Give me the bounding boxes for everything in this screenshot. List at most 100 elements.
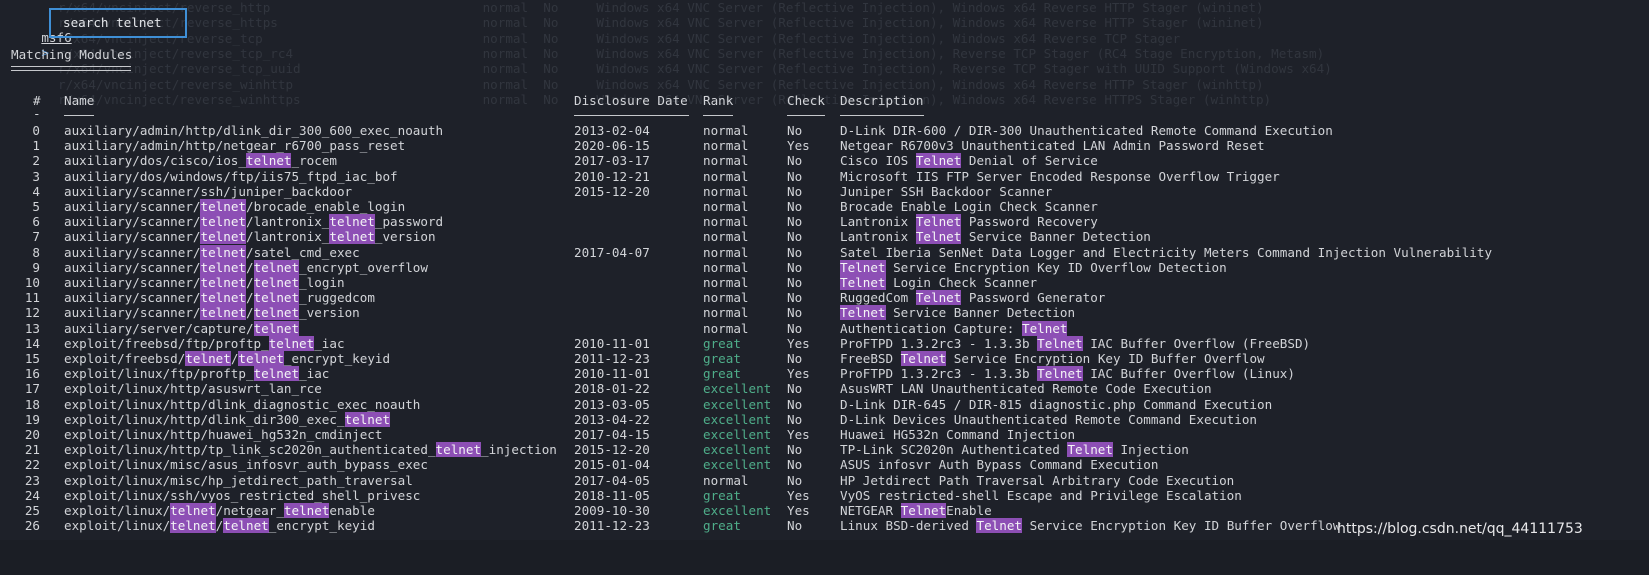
module-rank: excellent	[703, 411, 772, 427]
module-name[interactable]: exploit/linux/telnet/netgear_telnetenabl…	[64, 503, 375, 518]
module-name[interactable]: auxiliary/scanner/telnet/satel_cmd_exec	[64, 244, 360, 260]
module-name[interactable]: auxiliary/server/capture/telnet	[64, 320, 300, 336]
row-number: 14	[24, 335, 40, 351]
module-name[interactable]: exploit/linux/misc/hp_jetdirect_path_tra…	[64, 473, 413, 488]
column-header-name: Name	[64, 93, 95, 108]
search-match-highlight: telnet	[253, 290, 300, 306]
module-name[interactable]: auxiliary/scanner/telnet/telnet_ruggedco…	[64, 290, 375, 306]
module-rank: normal	[703, 199, 749, 214]
module-description: FreeBSD Telnet Service Encryption Key ID…	[840, 351, 1265, 366]
module-description: Netgear R6700v3 Unauthenticated LAN Admi…	[840, 138, 1265, 154]
row-number: 4	[32, 183, 40, 199]
search-match-highlight: telnet	[253, 275, 300, 290]
module-description: Satel Iberia SenNet Data Logger and Elec…	[840, 244, 1493, 260]
module-description: Juniper SSH Backdoor Scanner	[840, 183, 1053, 199]
row-number: 18	[24, 396, 40, 412]
module-description: Cisco IOS Telnet Denial of Service	[840, 153, 1098, 169]
module-rank: excellent	[703, 427, 772, 442]
section-title: Matching Modules	[11, 47, 133, 62]
module-name[interactable]: exploit/linux/http/asuswrt_lan_rce	[64, 381, 322, 396]
module-rank: normal	[703, 472, 749, 488]
search-match-highlight: Telnet	[1037, 335, 1083, 351]
disclosure-date: 2017-04-07	[574, 244, 650, 260]
disclosure-date: 2013-02-04	[574, 123, 650, 138]
terminal-window[interactable]: r/x64/vncinject/reverse_http normal No W…	[0, 0, 1649, 575]
row-number: 17	[24, 381, 40, 397]
search-match-highlight: telnet	[170, 503, 216, 518]
ghost-line: r/x64/vncinject/reverse_winhttp normal N…	[58, 77, 1264, 92]
module-name[interactable]: exploit/linux/misc/asus_infosvr_auth_byp…	[64, 457, 428, 472]
disclosure-date: 2017-04-15	[574, 427, 650, 442]
module-description: ProFTPD 1.3.2rc3 - 1.3.3b Telnet IAC Buf…	[840, 335, 1311, 351]
check-support: No	[787, 168, 803, 184]
terminal-bottom-area	[0, 540, 1649, 575]
module-name[interactable]: exploit/freebsd/telnet/telnet_encrypt_ke…	[64, 351, 390, 366]
disclosure-date: 2017-03-17	[574, 153, 650, 169]
row-number: 5	[32, 199, 40, 214]
module-description: VyOS restricted-shell Escape and Privile…	[840, 487, 1242, 503]
search-match-highlight: telnet	[253, 305, 300, 321]
row-number: 19	[24, 411, 40, 427]
command-text[interactable]: search telnet	[63, 15, 162, 30]
section-title-underline	[11, 66, 131, 71]
module-rank: great	[703, 366, 741, 382]
module-rank: great	[703, 518, 741, 534]
module-name[interactable]: exploit/freebsd/ftp/proftp_telnet_iac	[64, 335, 345, 351]
module-name[interactable]: auxiliary/dos/windows/ftp/iis75_ftpd_iac…	[64, 169, 398, 184]
module-rank: normal	[703, 214, 749, 230]
module-rank: excellent	[703, 396, 772, 412]
check-support: No	[787, 275, 803, 290]
module-name[interactable]: auxiliary/dos/cisco/ios_telnet_rocem	[64, 153, 337, 169]
module-name[interactable]: auxiliary/admin/http/dlink_dir_300_600_e…	[64, 123, 443, 138]
row-number: 3	[32, 168, 40, 184]
search-match-highlight: Telnet	[900, 503, 947, 518]
search-match-highlight: telnet	[200, 290, 246, 306]
module-description: D-Link DIR-600 / DIR-300 Unauthenticated…	[840, 123, 1333, 138]
module-description: AsusWRT LAN Unauthenticated Remote Code …	[840, 381, 1212, 397]
disclosure-date: 2018-11-05	[574, 487, 650, 503]
module-name[interactable]: exploit/linux/http/dlink_diagnostic_exec…	[64, 397, 420, 412]
column-header-description: Description	[840, 93, 924, 108]
check-support: No	[787, 305, 803, 321]
module-name[interactable]: auxiliary/scanner/telnet/lantronix_telne…	[64, 214, 443, 230]
module-name[interactable]: exploit/linux/http/dlink_dir300_exec_tel…	[64, 411, 391, 427]
watermark-url: https://blog.csdn.net/qq_44111753	[1337, 521, 1583, 537]
column-rule-name	[64, 115, 94, 116]
check-support: No	[787, 244, 803, 260]
check-support: No	[787, 457, 803, 473]
search-match-highlight: telnet	[268, 335, 315, 351]
module-name[interactable]: auxiliary/admin/http/netgear_r6700_pass_…	[64, 138, 405, 153]
module-name[interactable]: exploit/linux/ftp/proftp_telnet_iac	[64, 366, 329, 382]
disclosure-date: 2020-06-15	[574, 138, 650, 154]
module-description: ProFTPD 1.3.2rc3 - 1.3.3b Telnet IAC Buf…	[840, 366, 1295, 382]
disclosure-date: 2010-11-01	[574, 335, 650, 351]
check-support: No	[787, 123, 803, 138]
module-description: TP-Link SC2020n Authenticated Telnet Inj…	[840, 442, 1189, 458]
search-match-highlight: telnet	[200, 305, 246, 321]
row-number: 1	[32, 138, 40, 154]
disclosure-date: 2017-04-05	[574, 472, 650, 488]
disclosure-date: 2015-01-04	[574, 457, 650, 473]
module-name[interactable]: auxiliary/scanner/telnet/telnet_version	[64, 305, 360, 321]
module-rank: excellent	[703, 381, 772, 397]
module-name[interactable]: exploit/linux/http/huawei_hg532n_cmdinje…	[64, 427, 382, 442]
module-name[interactable]: exploit/linux/ssh/vyos_restricted_shell_…	[64, 488, 420, 503]
row-number: 26	[24, 518, 40, 534]
row-number: 15	[24, 351, 40, 366]
module-rank: excellent	[703, 442, 772, 458]
module-name[interactable]: auxiliary/scanner/telnet/telnet_encrypt_…	[64, 259, 428, 275]
module-name[interactable]: exploit/linux/http/tp_link_sc2020n_authe…	[64, 442, 557, 458]
module-rank: great	[703, 335, 741, 351]
module-name[interactable]: auxiliary/scanner/telnet/lantronix_telne…	[64, 229, 436, 245]
disclosure-date: 2013-03-05	[574, 396, 650, 412]
module-name[interactable]: exploit/linux/telnet/telnet_encrypt_keyi…	[64, 518, 375, 534]
disclosure-date: 2010-12-21	[574, 168, 650, 184]
module-name[interactable]: auxiliary/scanner/ssh/juniper_backdoor	[64, 184, 352, 199]
check-support: No	[787, 183, 803, 199]
module-name[interactable]: auxiliary/scanner/telnet/brocade_enable_…	[64, 199, 405, 214]
module-name[interactable]: auxiliary/scanner/telnet/telnet_login	[64, 275, 345, 290]
module-rank: normal	[703, 259, 749, 275]
search-match-highlight: telnet	[200, 214, 246, 230]
column-header-check: Check	[787, 93, 825, 108]
check-support: No	[787, 381, 803, 397]
